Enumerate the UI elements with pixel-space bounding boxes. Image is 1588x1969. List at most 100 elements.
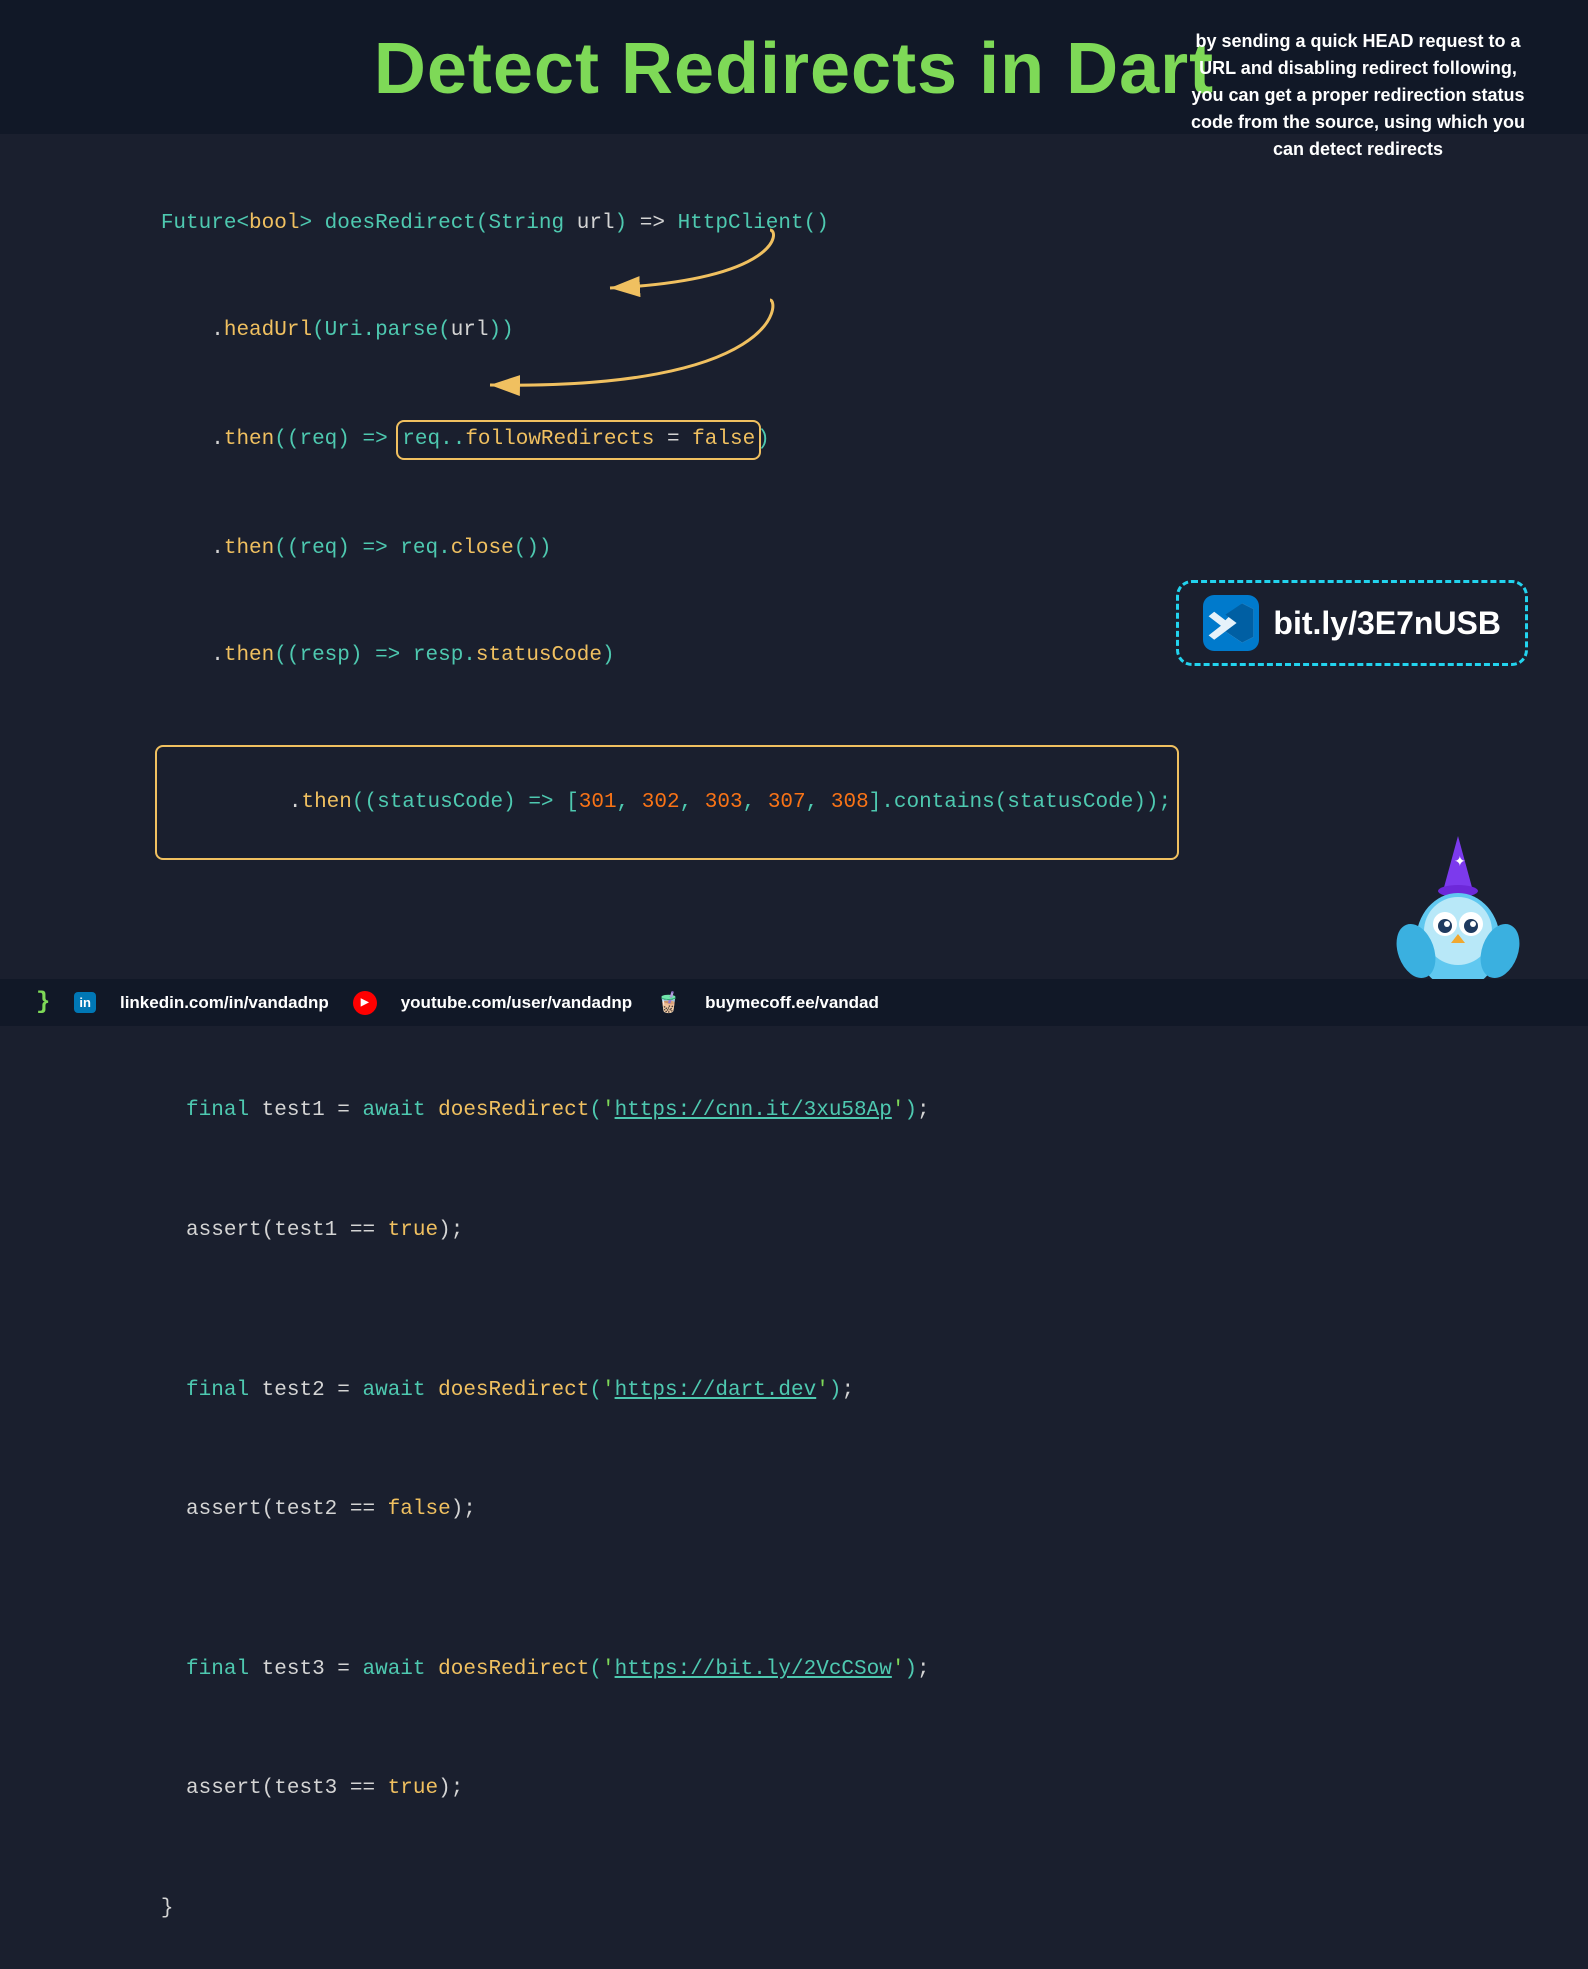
code-token: ) <box>602 644 615 667</box>
code-token: doesRedirect <box>438 1099 589 1122</box>
code-token: ()) <box>514 537 552 560</box>
code-token: ( <box>589 1099 602 1122</box>
code-token: => <box>627 212 677 235</box>
code-token: ' <box>602 1658 615 1681</box>
code-token: 307 <box>768 791 806 814</box>
code-token: ' <box>892 1658 905 1681</box>
code-block-2: void testIt() async { final test1 = awai… <box>60 932 1528 1969</box>
code-token: ( <box>589 1379 602 1402</box>
code-token: (Uri.parse( <box>312 319 451 342</box>
code-token: await <box>363 1099 439 1122</box>
code-token: final <box>186 1379 262 1402</box>
code-token: req.. <box>402 428 465 451</box>
code-token: then <box>224 428 274 451</box>
code-token: doesRedirect <box>438 1658 589 1681</box>
code-token: false <box>388 1498 451 1521</box>
youtube-text: youtube.com/user/vandadnp <box>401 993 632 1013</box>
code-token: ; <box>917 1658 930 1681</box>
code-token: . <box>161 428 224 451</box>
code-token: ); <box>438 1219 463 1242</box>
code-token: 301 <box>579 791 617 814</box>
code-line-v5: final test2 = await doesRedirect('https:… <box>60 1331 1528 1451</box>
mascot-svg: ✦ <box>1388 836 1528 996</box>
code-token: ) <box>904 1658 917 1681</box>
code-line-3: .then((req) => req..followRedirects = fa… <box>60 384 1528 495</box>
youtube-icon: ▶ <box>353 991 377 1015</box>
code-token: test2 = <box>262 1379 363 1402</box>
code-token: ' <box>602 1099 615 1122</box>
code-line-2: .headUrl(Uri.parse(url)) <box>60 277 1528 384</box>
code-token: ; <box>841 1379 854 1402</box>
footer: } in linkedin.com/in/vandadnp ▶ youtube.… <box>0 979 1588 1026</box>
code-token: await <box>363 1379 439 1402</box>
code-token: statusCode <box>476 644 602 667</box>
code-token: 303 <box>705 791 743 814</box>
code-section: Future<bool> doesRedirect(String url) =>… <box>60 170 1528 1969</box>
code-line-v8: final test3 = await doesRedirect('https:… <box>60 1610 1528 1730</box>
vscode-badge[interactable]: bit.ly/3E7nUSB <box>1176 580 1528 666</box>
code-token: , <box>743 791 768 814</box>
code-token: . <box>289 791 302 814</box>
code-token: . <box>161 644 224 667</box>
code-token: ; <box>917 1099 930 1122</box>
code-line-blank1 <box>60 1291 1528 1331</box>
code-token: } <box>161 1897 174 1920</box>
code-token: url <box>451 319 489 342</box>
code-token: ) <box>615 212 628 235</box>
code-token: ].contains(statusCode)); <box>869 791 1171 814</box>
code-token: https://cnn.it/3xu58Ap <box>615 1099 892 1122</box>
code-token: then <box>224 537 274 560</box>
code-line-v6: assert(test2 == false); <box>60 1450 1528 1570</box>
code-token: > doesRedirect( <box>299 212 488 235</box>
code-block-1: Future<bool> doesRedirect(String url) =>… <box>60 170 1528 896</box>
code-line-v2: final test1 = await doesRedirect('https:… <box>60 1051 1528 1171</box>
code-token: ' <box>602 1379 615 1402</box>
code-token: then <box>301 791 351 814</box>
code-token: https://dart.dev <box>615 1379 817 1402</box>
code-token: assert(test3 == <box>161 1777 388 1800</box>
footer-brace: } <box>36 989 50 1016</box>
code-token: ) <box>829 1379 842 1402</box>
code-line-v10: } <box>60 1849 1528 1969</box>
vscode-url[interactable]: bit.ly/3E7nUSB <box>1273 605 1501 642</box>
code-token: , <box>806 791 831 814</box>
code-token: final <box>186 1099 262 1122</box>
code-token: true <box>388 1777 438 1800</box>
code-token: , <box>617 791 642 814</box>
annotation-box: by sending a quick HEAD request to a URL… <box>1188 28 1528 163</box>
code-token: assert(test2 == <box>161 1498 388 1521</box>
code-token: ); <box>438 1777 463 1800</box>
code-token: ((statusCode) => [ <box>352 791 579 814</box>
code-token: then <box>224 644 274 667</box>
code-token: true <box>388 1219 438 1242</box>
code-token: followRedirects <box>465 428 654 451</box>
code-token: HttpClient() <box>678 212 829 235</box>
code-line-1: Future<bool> doesRedirect(String url) =>… <box>60 170 1528 277</box>
code-token: ) <box>904 1099 917 1122</box>
code-token: )) <box>489 319 514 342</box>
code-token: await <box>363 1658 439 1681</box>
code-token: 302 <box>642 791 680 814</box>
code-token: Future< <box>161 212 249 235</box>
code-token: ( <box>589 1658 602 1681</box>
code-token: test3 = <box>262 1658 363 1681</box>
code-token: url <box>564 212 614 235</box>
code-token: ); <box>451 1498 476 1521</box>
code-token: , <box>680 791 705 814</box>
code-token <box>161 1658 186 1681</box>
annotation-text: by sending a quick HEAD request to a URL… <box>1191 31 1525 159</box>
code-token: ((req) => req. <box>274 537 450 560</box>
linkedin-text: linkedin.com/in/vandadnp <box>120 993 329 1013</box>
code-token: ((resp) => resp. <box>274 644 476 667</box>
code-token: doesRedirect <box>438 1379 589 1402</box>
code-token: String <box>489 212 565 235</box>
code-line-6: .then((statusCode) => [301, 302, 303, 30… <box>60 709 1528 895</box>
code-line-v3: assert(test1 == true); <box>60 1171 1528 1291</box>
vscode-icon <box>1203 595 1259 651</box>
code-token: close <box>451 537 514 560</box>
code-token: bool <box>249 212 299 235</box>
code-token: 308 <box>831 791 869 814</box>
code-token: . <box>161 537 224 560</box>
main-content: Future<bool> doesRedirect(String url) =>… <box>0 134 1588 1969</box>
code-token: . <box>161 319 224 342</box>
